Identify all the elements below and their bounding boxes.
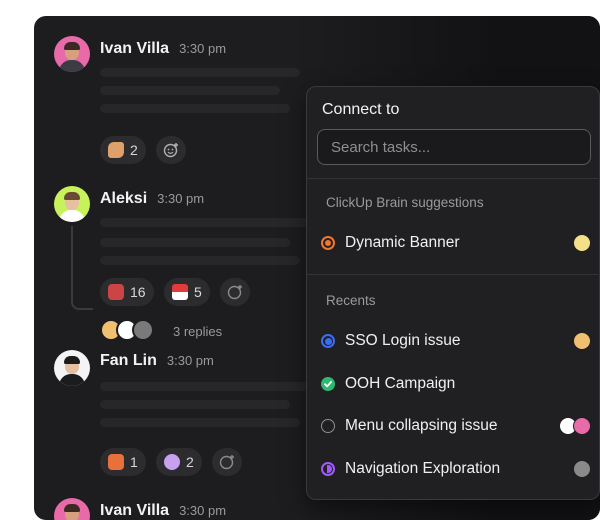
avatar[interactable] bbox=[54, 36, 90, 72]
add-emoji-icon bbox=[227, 285, 242, 300]
assignee-avatars bbox=[559, 417, 591, 435]
avatar bbox=[132, 319, 154, 341]
text-placeholder bbox=[100, 238, 290, 247]
reaction-count: 2 bbox=[130, 142, 138, 158]
task-name: Dynamic Banner bbox=[345, 234, 460, 251]
avatar[interactable] bbox=[54, 350, 90, 386]
avatar bbox=[573, 460, 591, 478]
text-placeholder bbox=[100, 382, 310, 391]
review-circle-icon bbox=[321, 462, 335, 476]
text-placeholder bbox=[100, 256, 300, 265]
message-author[interactable]: Aleksi 3:30 pm bbox=[100, 190, 204, 208]
reaction-count: 2 bbox=[186, 454, 194, 470]
avatar[interactable] bbox=[54, 498, 90, 520]
thread-connector bbox=[71, 226, 93, 310]
task-name: OOH Campaign bbox=[345, 375, 456, 392]
avatar bbox=[573, 417, 591, 435]
indonesia-flag-emoji bbox=[172, 284, 188, 300]
reaction-pill[interactable]: 5 bbox=[164, 278, 210, 306]
reply-avatars[interactable] bbox=[100, 319, 154, 341]
reaction-pill[interactable]: 2 bbox=[100, 136, 146, 164]
task-item-ooh-campaign[interactable]: OOH Campaign bbox=[307, 366, 600, 402]
divider bbox=[307, 274, 600, 275]
message-time: 3:30 pm bbox=[157, 191, 205, 206]
task-item-dynamic-banner[interactable]: Dynamic Banner bbox=[307, 225, 600, 261]
message-author[interactable]: Ivan Villa 3:30 pm bbox=[100, 40, 226, 58]
reaction-pill[interactable]: 16 bbox=[100, 278, 154, 306]
filled-circle-icon bbox=[321, 334, 335, 348]
chat-message: Ivan Villa 3:30 pm bbox=[54, 498, 554, 520]
assignee-avatars bbox=[573, 332, 591, 350]
reaction-count: 16 bbox=[130, 284, 146, 300]
text-placeholder bbox=[100, 218, 310, 227]
gift-emoji bbox=[108, 454, 124, 470]
add-emoji-icon bbox=[219, 455, 234, 470]
chat-window: Ivan Villa 3:30 pm 2 Aleksi 3:30 pm 16 5… bbox=[34, 16, 600, 520]
message-time: 3:30 pm bbox=[179, 41, 227, 56]
search-tasks-input[interactable] bbox=[317, 129, 591, 165]
avatar bbox=[573, 332, 591, 350]
reaction-pill[interactable]: 2 bbox=[156, 448, 202, 476]
divider bbox=[307, 178, 600, 179]
add-emoji-icon bbox=[163, 143, 178, 158]
author-name[interactable]: Ivan Villa bbox=[100, 502, 169, 519]
text-placeholder bbox=[100, 68, 300, 77]
assignee-avatars bbox=[573, 234, 591, 252]
task-name: Navigation Exploration bbox=[345, 460, 501, 477]
reaction-count: 1 bbox=[130, 454, 138, 470]
author-name[interactable]: Aleksi bbox=[100, 190, 147, 207]
add-reaction-button[interactable] bbox=[212, 448, 242, 476]
reaction-count: 5 bbox=[194, 284, 202, 300]
author-name[interactable]: Ivan Villa bbox=[100, 40, 169, 57]
add-reaction-button[interactable] bbox=[220, 278, 250, 306]
avatar[interactable] bbox=[54, 186, 90, 222]
task-item-menu-collapsing-issue[interactable]: Menu collapsing issue bbox=[307, 408, 600, 444]
text-placeholder bbox=[100, 86, 280, 95]
task-item-navigation-exploration[interactable]: Navigation Exploration bbox=[307, 451, 600, 487]
check-circle-icon bbox=[321, 377, 335, 391]
section-label-recents: Recents bbox=[326, 293, 376, 308]
text-placeholder bbox=[100, 400, 290, 409]
message-author[interactable]: Fan Lin 3:30 pm bbox=[100, 352, 214, 370]
task-item-sso-login-issue[interactable]: SSO Login issue bbox=[307, 323, 600, 359]
text-placeholder bbox=[100, 104, 290, 113]
text-placeholder bbox=[100, 418, 300, 427]
section-label-suggestions: ClickUp Brain suggestions bbox=[326, 195, 484, 210]
flexed-biceps-emoji bbox=[108, 142, 124, 158]
avatar bbox=[573, 234, 591, 252]
popover-title: Connect to bbox=[322, 101, 400, 118]
assignee-avatars bbox=[573, 460, 591, 478]
task-name: SSO Login issue bbox=[345, 332, 461, 349]
in-progress-icon bbox=[321, 236, 335, 250]
replies-link[interactable]: 3 replies bbox=[173, 324, 222, 339]
author-name[interactable]: Fan Lin bbox=[100, 352, 157, 369]
connect-to-popover: Connect to ClickUp Brain suggestions Dyn… bbox=[306, 86, 600, 500]
rocket-emoji bbox=[108, 284, 124, 300]
message-time: 3:30 pm bbox=[179, 503, 227, 518]
message-author[interactable]: Ivan Villa 3:30 pm bbox=[100, 502, 226, 520]
task-name: Menu collapsing issue bbox=[345, 417, 498, 434]
empty-circle-icon bbox=[321, 419, 335, 433]
add-reaction-button[interactable] bbox=[156, 136, 186, 164]
message-time: 3:30 pm bbox=[166, 353, 214, 368]
reaction-pill[interactable]: 1 bbox=[100, 448, 146, 476]
unicorn-emoji bbox=[164, 454, 180, 470]
